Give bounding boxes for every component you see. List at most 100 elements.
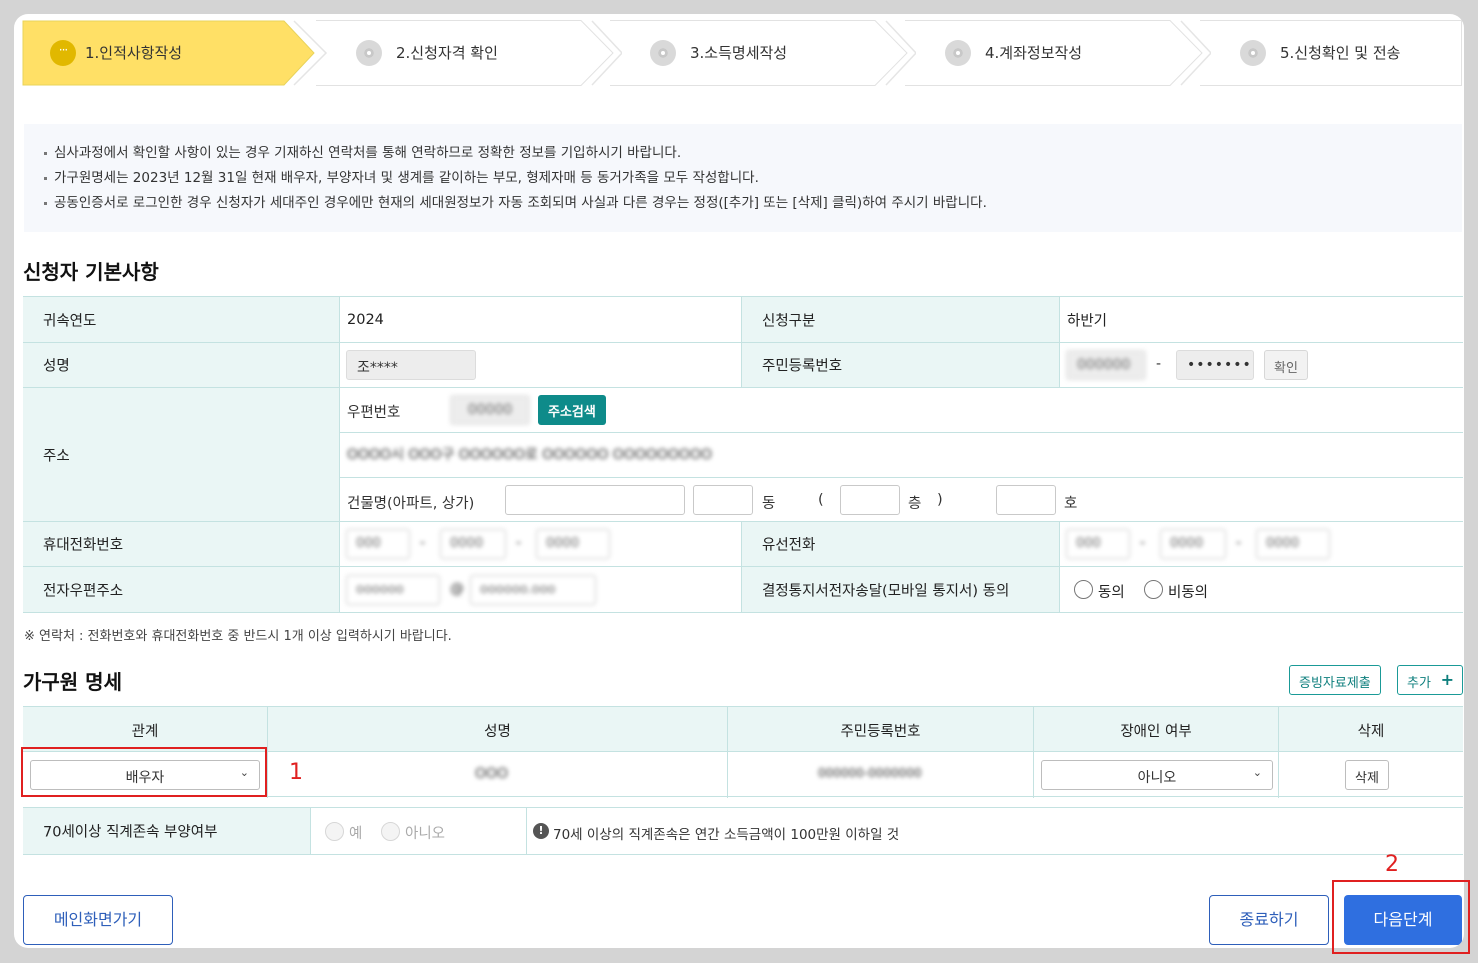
plus-icon: + bbox=[1440, 670, 1454, 689]
basic-info-title: 신청자 기본사항 bbox=[23, 260, 159, 284]
mobile-part1-input[interactable]: 000 bbox=[346, 529, 410, 559]
email-value-cell: oooooo @ oooooo.ooo bbox=[339, 567, 741, 612]
column-header: 주민등록번호 bbox=[840, 724, 921, 740]
elderly-no-radio[interactable] bbox=[381, 822, 400, 841]
year-value-cell: 2024 bbox=[339, 297, 741, 342]
elderly-dependent-row: 70세이상 직계존속 부양여부 예 아니오 ! 70세 이상의 직계존속은 연간… bbox=[23, 807, 1463, 855]
column-header: 관계 bbox=[131, 724, 159, 740]
ho-input[interactable] bbox=[996, 485, 1056, 515]
contact-note: ※ 연락처 : 전화번호와 휴대전화번호 중 반드시 1개 이상 입력하시기 바… bbox=[24, 629, 452, 644]
rrn-column: 주민등록번호 000000-0000000 bbox=[727, 707, 1033, 798]
name-column: 성명 OOO bbox=[267, 707, 727, 798]
rrn-confirm-button[interactable]: 확인 bbox=[1264, 350, 1308, 380]
rrn-label-cell: 주민등록번호 bbox=[741, 343, 1059, 387]
ho-label: 호 bbox=[1064, 496, 1078, 512]
table-row: 주소 우편번호 00000 주소검색 OOOO시 OOO구 OOOOOO로 OO… bbox=[23, 388, 1463, 522]
phone-value-cell: 000 - 0000 - 0000 bbox=[1059, 522, 1463, 566]
application-card: 1.인적사항작성 2.신청자격 확인 3.소득명세작성 4.계좌정보작 bbox=[14, 14, 1464, 948]
address-label-cell: 주소 bbox=[23, 388, 339, 521]
annotation-1: 1 bbox=[289, 760, 303, 785]
building-name-input[interactable] bbox=[505, 485, 685, 515]
rrn-value-cell: 000000 - ••••••• 확인 bbox=[1059, 343, 1463, 387]
name-value-cell: 조**** bbox=[339, 343, 741, 387]
chevron-down-icon: ⌄ bbox=[1252, 766, 1262, 779]
table-row: 성명 조**** 주민등록번호 000000 - ••••••• 확인 bbox=[23, 343, 1463, 388]
type-label-cell: 신청구분 bbox=[741, 297, 1059, 342]
step-label: 5.신청확인 및 전송 bbox=[1280, 44, 1401, 62]
email-label-cell: 전자우편주소 bbox=[23, 567, 339, 612]
name-field: 조**** bbox=[346, 350, 476, 380]
step-idle-icon bbox=[945, 40, 971, 66]
phone-dash: - bbox=[1236, 535, 1242, 551]
consent-yes-label: 동의 bbox=[1098, 585, 1125, 601]
consent-no-label: 비동의 bbox=[1168, 585, 1209, 601]
building-label: 건물명(아파트, 상가) bbox=[347, 496, 475, 512]
member-name: OOO bbox=[475, 766, 509, 782]
disabled-select[interactable]: 아니오 ⌄ bbox=[1041, 760, 1273, 790]
add-member-label: 추가 bbox=[1407, 676, 1431, 691]
member-rrn: 000000-0000000 bbox=[818, 766, 922, 780]
zip-label: 우편번호 bbox=[347, 405, 401, 421]
add-member-button[interactable]: 추가 + bbox=[1397, 665, 1463, 695]
delete-column: 삭제 삭제 bbox=[1278, 707, 1463, 798]
main-page-button[interactable]: 메인화면가기 bbox=[23, 895, 173, 945]
column-header: 성명 bbox=[484, 724, 511, 740]
email-domain-select[interactable]: oooooo.ooo bbox=[470, 575, 596, 605]
year-label-cell: 귀속연도 bbox=[23, 297, 339, 342]
mobile-part3-input[interactable]: 0000 bbox=[536, 529, 610, 559]
evidence-submit-button[interactable]: 증빙자료제출 bbox=[1289, 665, 1381, 695]
phone-part1-input[interactable]: 000 bbox=[1066, 529, 1130, 559]
phone-part3-input[interactable]: 0000 bbox=[1256, 529, 1330, 559]
step-idle-icon bbox=[650, 40, 676, 66]
step-4: 4.계좌정보작성 bbox=[905, 20, 1211, 86]
elderly-label-cell: 70세이상 직계존속 부양여부 bbox=[23, 808, 310, 854]
step-idle-icon bbox=[356, 40, 382, 66]
step-1: 1.인적사항작성 bbox=[22, 20, 334, 86]
progress-stepper: 1.인적사항작성 2.신청자격 확인 3.소득명세작성 4.계좌정보작 bbox=[22, 20, 1462, 86]
paren-open: ( bbox=[818, 492, 824, 508]
consent-label-cell: 결정통지서전자송달(모바일 통지서) 동의 bbox=[741, 567, 1059, 612]
elderly-yes-radio[interactable] bbox=[325, 822, 344, 841]
zip-field: 00000 bbox=[450, 395, 530, 425]
disabled-column: 장애인 여부 아니오 ⌄ bbox=[1033, 707, 1278, 798]
table-row: 전자우편주소 oooooo @ oooooo.ooo 결정통지서전자송달(모바일… bbox=[23, 567, 1463, 613]
elderly-info-text: 70세 이상의 직계존속은 연간 소득금액이 100만원 이하일 것 bbox=[553, 827, 900, 843]
mobile-label-cell: 휴대전화번호 bbox=[23, 522, 339, 566]
step-label: 1.인적사항작성 bbox=[85, 44, 183, 62]
column-header: 장애인 여부 bbox=[1120, 724, 1192, 740]
email-id-input[interactable]: oooooo bbox=[346, 575, 440, 605]
step-3: 3.소득명세작성 bbox=[610, 20, 916, 86]
floor-input[interactable] bbox=[840, 485, 900, 515]
address-search-button[interactable]: 주소검색 bbox=[538, 395, 606, 425]
delete-member-button[interactable]: 삭제 bbox=[1345, 760, 1389, 790]
phone-label-cell: 유선전화 bbox=[741, 522, 1059, 566]
table-row: 휴대전화번호 000 - 0000 - 0000 유선전화 000 - 0000… bbox=[23, 522, 1463, 567]
paren-close: ) bbox=[937, 492, 943, 508]
rrn-front-field: 000000 bbox=[1066, 350, 1146, 380]
mobile-part2-input[interactable]: 0000 bbox=[440, 529, 506, 559]
notice-item: 가구원명세는 2023년 12월 31일 현재 배우자, 부양자녀 및 생계를 … bbox=[42, 166, 1444, 191]
dong-input[interactable] bbox=[693, 485, 753, 515]
phone-part2-input[interactable]: 0000 bbox=[1160, 529, 1226, 559]
type-value-cell: 하반기 bbox=[1059, 297, 1463, 342]
table-row: 귀속연도 2024 신청구분 하반기 bbox=[23, 297, 1463, 343]
elderly-value-cell: 예 아니오 bbox=[310, 808, 526, 854]
step-2: 2.신청자격 확인 bbox=[316, 20, 622, 86]
family-title: 가구원 명세 bbox=[23, 670, 122, 694]
consent-value-cell: 동의 비동의 bbox=[1059, 567, 1463, 612]
consent-yes-radio[interactable] bbox=[1074, 580, 1093, 599]
address-divider bbox=[340, 477, 1463, 478]
dong-label: 동 bbox=[762, 496, 776, 512]
exit-button[interactable]: 종료하기 bbox=[1209, 895, 1329, 945]
notice-item: 심사과정에서 확인할 사항이 있는 경우 기재하신 연락처를 통해 연락하므로 … bbox=[42, 141, 1444, 166]
step-label: 2.신청자격 확인 bbox=[396, 44, 498, 62]
address-line: OOOO시 OOO구 OOOOOO로 OOOOOO OOOOOOOOO bbox=[347, 447, 712, 463]
elderly-info-cell: ! 70세 이상의 직계존속은 연간 소득금액이 100만원 이하일 것 bbox=[526, 808, 1463, 854]
step-label: 4.계좌정보작성 bbox=[985, 44, 1083, 62]
rrn-back-field: ••••••• bbox=[1176, 350, 1254, 380]
notice-box: 심사과정에서 확인할 사항이 있는 경우 기재하신 연락처를 통해 연락하므로 … bbox=[24, 124, 1462, 232]
floor-label: 층 bbox=[908, 496, 922, 512]
step-idle-icon bbox=[1240, 40, 1266, 66]
rrn-dash: - bbox=[1156, 356, 1162, 372]
consent-no-radio[interactable] bbox=[1144, 580, 1163, 599]
